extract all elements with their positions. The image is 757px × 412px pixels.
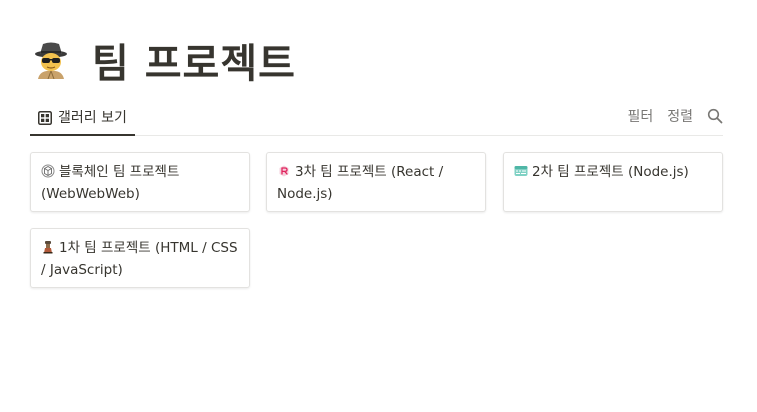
page-title: 팀 프로젝트 <box>92 41 296 87</box>
node-icon <box>514 164 528 178</box>
html-css-js-icon <box>41 240 55 254</box>
card-title: 3차 팀 프로젝트 (React / Node.js) <box>277 164 444 202</box>
tab-gallery-label: 갤러리 보기 <box>58 110 127 126</box>
card-title: 블록체인 팀 프로젝트 (WebWebWeb) <box>41 164 180 202</box>
gallery-card[interactable]: 3차 팀 프로젝트 (React / Node.js) <box>266 152 486 212</box>
spy-emoji-icon[interactable] <box>32 41 70 80</box>
filter-button[interactable]: 필터 <box>627 106 653 126</box>
sort-button[interactable]: 정렬 <box>667 106 693 126</box>
card-title: 2차 팀 프로젝트 (Node.js) <box>532 164 689 180</box>
view-tabs-bar: 갤러리 보기 필터 정렬 <box>30 100 723 136</box>
tab-gallery-view[interactable]: 갤러리 보기 <box>30 100 135 136</box>
gallery-card[interactable]: 블록체인 팀 프로젝트 (WebWebWeb) <box>30 152 250 212</box>
page: 팀 프로젝트 갤러리 보기 필터 정렬 블록체인 팀 프로젝트 (WebWebW… <box>0 0 757 412</box>
gallery-card[interactable]: 2차 팀 프로젝트 (Node.js) <box>503 152 723 212</box>
gallery-grid-icon <box>38 110 52 125</box>
gallery-card[interactable]: 1차 팀 프로젝트 (HTML / CSS / JavaScript) <box>30 228 250 288</box>
view-actions: 필터 정렬 <box>613 100 723 132</box>
card-title: 1차 팀 프로젝트 (HTML / CSS / JavaScript) <box>41 240 238 278</box>
search-icon[interactable] <box>707 108 723 124</box>
page-header: 팀 프로젝트 <box>32 34 296 87</box>
react-icon <box>277 164 291 178</box>
blockchain-icon <box>41 164 55 178</box>
